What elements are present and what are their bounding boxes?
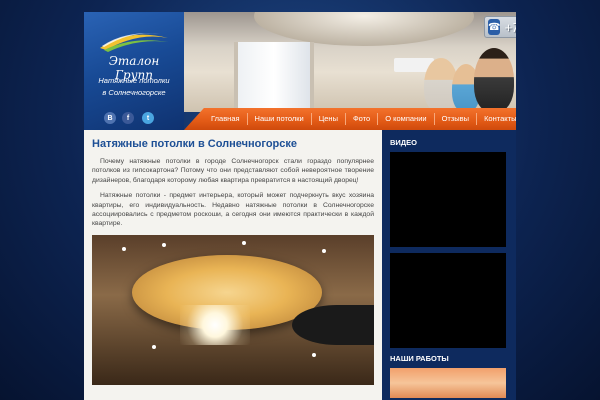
nav-item-contacts[interactable]: Контакты <box>477 113 516 125</box>
chandelier-decor <box>180 304 250 345</box>
family-photo <box>422 40 516 112</box>
header-banner-photo: ☎ +7(499) 39-33-7-39 <box>184 12 516 112</box>
works-heading: НАШИ РАБОТЫ <box>390 354 449 363</box>
page-container: Эталон Групп Натяжные потолки в Солнечно… <box>84 12 516 400</box>
nav-item-about[interactable]: О компании <box>378 113 435 125</box>
tagline-line-2: в Солнечногорске <box>102 88 166 97</box>
twitter-icon[interactable]: t <box>142 112 154 124</box>
works-photo[interactable] <box>390 368 506 398</box>
header: Эталон Групп Натяжные потолки в Солнечно… <box>84 12 516 130</box>
tagline-line-1: Натяжные потолки <box>98 76 170 85</box>
nav-item-ceilings[interactable]: Наши потолки <box>248 113 312 125</box>
facebook-icon[interactable]: f <box>122 112 134 124</box>
phone-number[interactable]: +7(499) 39-33-7-39 <box>504 20 516 35</box>
ceiling-dark-decor <box>292 304 374 345</box>
phone-box[interactable]: ☎ +7(499) 39-33-7-39 <box>484 16 516 38</box>
logo-panel: Эталон Групп Натяжные потолки в Солнечно… <box>84 12 184 130</box>
video-player-2[interactable] <box>390 253 506 348</box>
ceiling-photo <box>92 234 374 385</box>
window-decor <box>234 42 314 112</box>
intro-paragraph-1: Почему натяжные потолки в городе Солнечн… <box>92 158 374 184</box>
brand-tagline: Натяжные потолки в Солнечногорске <box>90 75 178 99</box>
sidebar: ВИДЕО НАШИ РАБОТЫ <box>382 130 516 400</box>
phone-icon: ☎ <box>488 19 501 35</box>
nav-item-prices[interactable]: Цены <box>312 113 346 125</box>
nav-item-home[interactable]: Главная <box>204 113 248 125</box>
logo-swoosh-icon <box>100 33 168 52</box>
page-title: Натяжные потолки в Солнечногорске <box>92 138 298 150</box>
main-nav: Главная Наши потолки Цены Фото О компани… <box>184 108 516 130</box>
nav-item-reviews[interactable]: Отзывы <box>435 113 478 125</box>
main-content: Натяжные потолки в Солнечногорске Почему… <box>84 130 382 400</box>
vk-icon[interactable]: B <box>104 112 116 124</box>
video-heading: ВИДЕО <box>390 138 417 147</box>
nav-item-photo[interactable]: Фото <box>346 113 379 125</box>
video-player-1[interactable] <box>390 152 506 247</box>
intro-paragraph-2: Натяжные потолки - предмет интерьера, ко… <box>92 192 374 228</box>
